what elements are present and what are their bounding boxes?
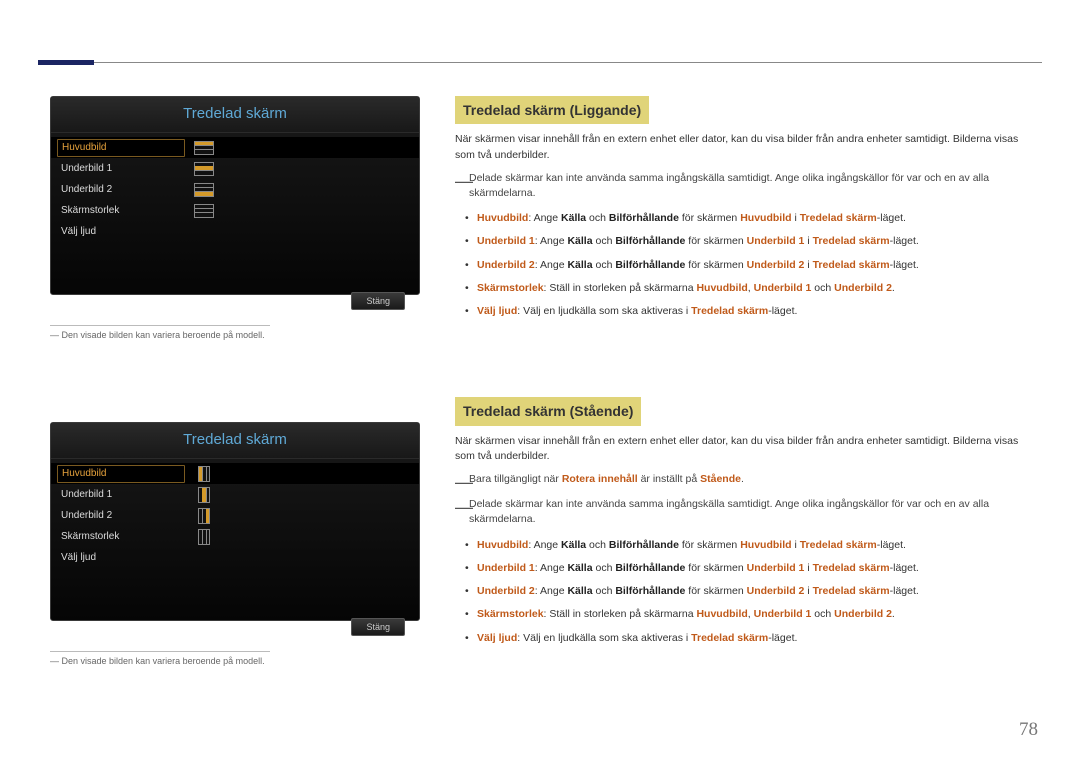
dash-icon: ― [455,469,473,495]
osd-item-label: Underbild 1 [51,489,189,500]
osd-item-label: Välj ljud [51,226,189,237]
osd-item-label: Skärmstorlek [51,531,189,542]
hr-thin [50,325,270,326]
close-button[interactable]: Stäng [351,618,405,636]
caption-block-1: ― Den visade bilden kan variera beroende… [50,325,306,340]
section-portrait: Tredelad skärm (Stående) När skärmen vis… [455,397,1040,653]
dash-icon: ― [455,168,473,194]
osd-item-valjljud[interactable]: Välj ljud [51,221,419,242]
list-item: Underbild 1: Ange Källa och Bilförhållan… [465,561,1040,584]
osd-item-label: Huvudbild [57,139,185,157]
osd-item-label: Skärmstorlek [51,205,189,216]
intro-paragraph-1: När skärmen visar innehåll från en exter… [455,132,1040,162]
osd-item-huvudbild[interactable]: Huvudbild [51,463,419,484]
layout-icon-sub2-portrait [189,508,219,524]
layout-icon-main-landscape [189,141,219,155]
osd-item-underbild2[interactable]: Underbild 2 [51,179,419,200]
layout-icon-size-portrait [189,529,219,545]
layout-icon-size-landscape [189,204,219,218]
note-text: Delade skärmar kan inte använda samma in… [469,498,989,525]
osd-item-underbild2[interactable]: Underbild 2 [51,505,419,526]
osd-panel-portrait: Tredelad skärm Huvudbild Underbild 1 Und… [50,422,420,621]
dash-icon: ― [455,494,473,520]
list-item: Underbild 2: Ange Källa och Bilförhållan… [465,584,1040,607]
osd-item-label: Underbild 2 [51,184,189,195]
osd-item-huvudbild[interactable]: Huvudbild [51,137,419,158]
osd-menu-list: Huvudbild Underbild 1 Underbild 2 Skärms… [51,459,419,568]
caption-block-2: ― Den visade bilden kan variera beroende… [50,651,306,666]
layout-icon-sub1-landscape [189,162,219,176]
intro-paragraph-2: När skärmen visar innehåll från en exter… [455,434,1040,464]
note-shared-sources-2: ― Delade skärmar kan inte använda samma … [455,497,1040,527]
list-item: Huvudbild: Ange Källa och Bilförhållande… [465,211,1040,234]
caption-text: Den visade bilden kan variera beroende p… [62,330,265,340]
osd-title: Tredelad skärm [51,423,419,459]
list-item: Skärmstorlek: Ställ in storleken på skär… [465,281,1040,304]
layout-icon-main-portrait [189,466,219,482]
list-item: Huvudbild: Ange Källa och Bilförhållande… [465,538,1040,561]
osd-item-label: Huvudbild [57,465,185,483]
top-accent-bar [38,60,94,65]
list-item: Underbild 1: Ange Källa och Bilförhållan… [465,234,1040,257]
list-item: Underbild 2: Ange Källa och Bilförhållan… [465,258,1040,281]
list-item: Skärmstorlek: Ställ in storleken på skär… [465,607,1040,630]
layout-icon-sub1-portrait [189,487,219,503]
right-column: Tredelad skärm (Liggande) När skärmen vi… [455,96,1040,670]
osd-menu-list: Huvudbild Underbild 1 Underbild 2 Skärms… [51,133,419,242]
note-text: Delade skärmar kan inte använda samma in… [469,172,989,199]
osd-item-label: Underbild 1 [51,163,189,174]
osd-item-underbild1[interactable]: Underbild 1 [51,158,419,179]
page-number: 78 [1019,719,1038,741]
osd-item-skarmstorlek[interactable]: Skärmstorlek [51,200,419,221]
list-item: Välj ljud: Välj en ljudkälla som ska akt… [465,631,1040,654]
osd-item-label: Underbild 2 [51,510,189,521]
osd-item-skarmstorlek[interactable]: Skärmstorlek [51,526,419,547]
bullet-list-2: Huvudbild: Ange Källa och Bilförhållande… [465,538,1040,654]
heading-landscape: Tredelad skärm (Liggande) [455,96,649,124]
bullet-list-1: Huvudbild: Ange Källa och Bilförhållande… [465,211,1040,327]
caption-text: Den visade bilden kan variera beroende p… [62,656,265,666]
osd-item-label: Välj ljud [51,552,189,563]
top-horizontal-rule [38,62,1042,63]
list-item: Välj ljud: Välj en ljudkälla som ska akt… [465,304,1040,327]
hr-thin [50,651,270,652]
layout-icon-sub2-landscape [189,183,219,197]
osd-item-valjljud[interactable]: Välj ljud [51,547,419,568]
heading-portrait: Tredelad skärm (Stående) [455,397,641,425]
osd-item-underbild1[interactable]: Underbild 1 [51,484,419,505]
close-button[interactable]: Stäng [351,292,405,310]
osd-title: Tredelad skärm [51,97,419,133]
left-column: Tredelad skärm Huvudbild Underbild 1 Und… [50,96,440,666]
osd-panel-landscape: Tredelad skärm Huvudbild Underbild 1 Und… [50,96,420,295]
note-shared-sources-1: ― Delade skärmar kan inte använda samma … [455,171,1040,201]
note-rotate-content: ― Bara tillgängligt när Rotera innehåll … [455,472,1040,487]
